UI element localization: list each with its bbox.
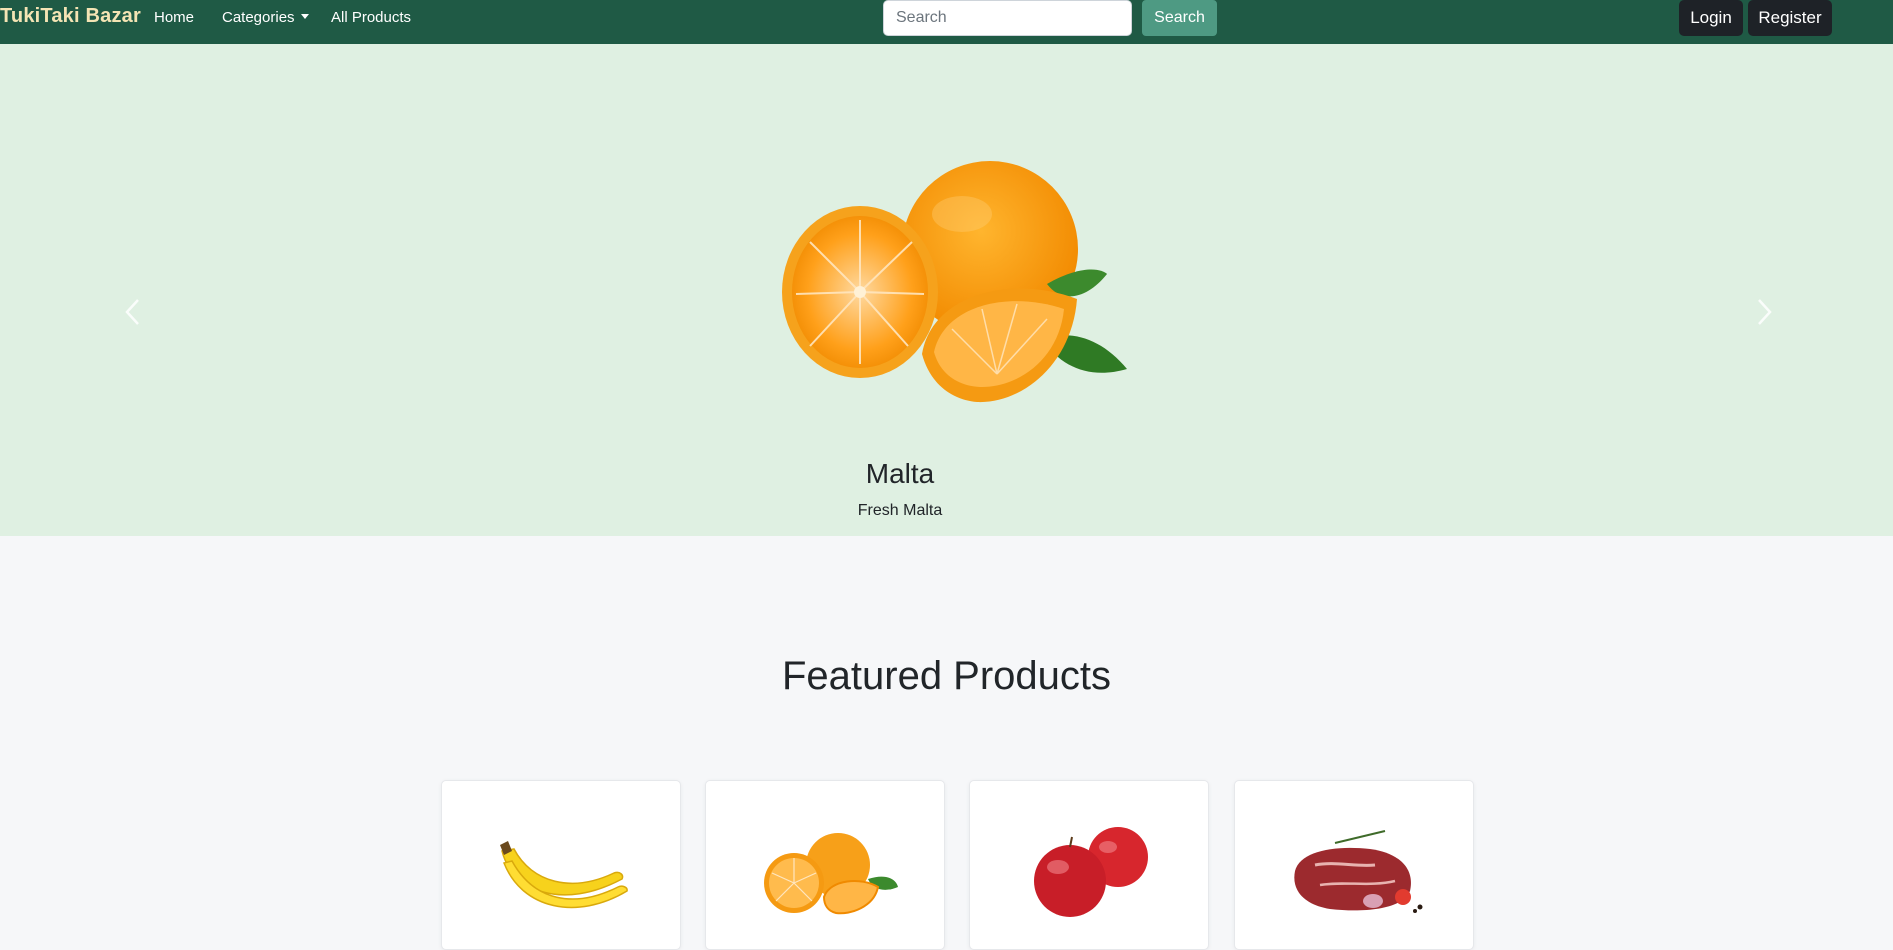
slide-image-malta (782, 161, 1127, 403)
featured-products-heading: Featured Products (781, 654, 1112, 698)
banana-image (500, 841, 628, 909)
login-button[interactable]: Login (1679, 0, 1743, 36)
brand-logo[interactable]: TukiTaki Bazar (0, 5, 141, 28)
search-button[interactable]: Search (1142, 0, 1217, 36)
caret-down-icon (300, 14, 309, 19)
top-navbar: TukiTaki Bazar Home Categories All Produ… (0, 0, 1893, 44)
carousel-prev-button[interactable] (113, 288, 153, 336)
nav-link-categories-label: Categories (222, 9, 295, 26)
product-card-banana[interactable] (441, 780, 681, 950)
nav-link-home[interactable]: Home (154, 9, 194, 26)
nav-link-categories[interactable]: Categories (222, 9, 309, 26)
chevron-right-icon (1758, 299, 1772, 325)
product-card-apples[interactable] (969, 780, 1209, 950)
oranges-image (764, 833, 898, 915)
product-card-oranges[interactable] (705, 780, 945, 950)
chevron-left-icon (125, 299, 139, 325)
register-button[interactable]: Register (1748, 0, 1832, 36)
beef-meat-image (1294, 830, 1423, 913)
hero-carousel: Malta Fresh Malta (0, 44, 1893, 536)
slide-title: Malta (865, 458, 935, 489)
slide-subtitle: Fresh Malta (857, 502, 943, 519)
carousel-next-button[interactable] (1744, 288, 1784, 336)
product-card-beef[interactable] (1234, 780, 1474, 950)
search-input[interactable] (883, 0, 1132, 36)
nav-link-all-products[interactable]: All Products (331, 9, 411, 26)
apples-image (1034, 827, 1148, 917)
